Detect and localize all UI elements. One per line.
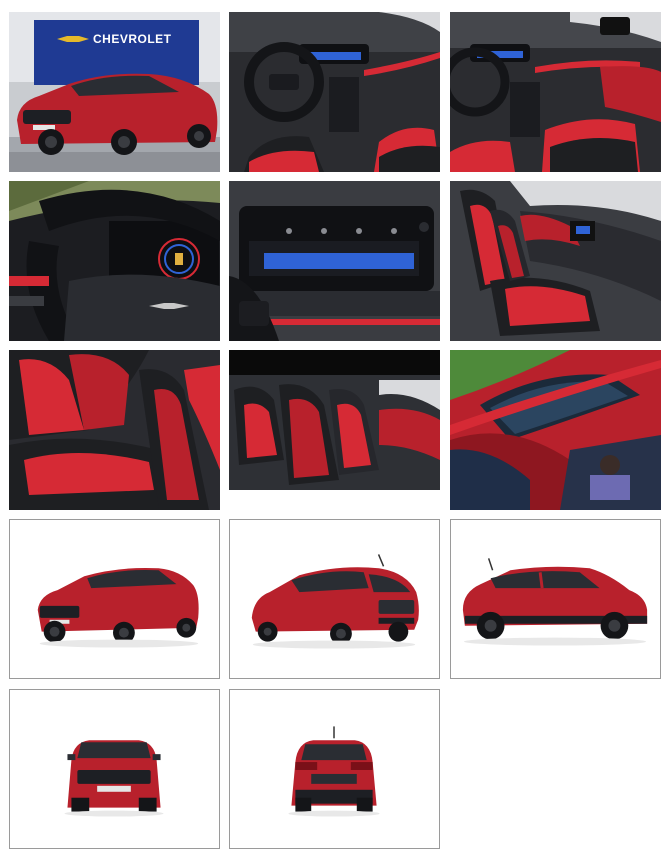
gallery-render-car-rear[interactable] xyxy=(229,689,440,849)
car-three-quarter-front-image xyxy=(37,567,199,648)
gallery-photo-rear-seats[interactable] xyxy=(9,350,220,510)
gallery-render-car-three-quarter-rear[interactable] xyxy=(229,519,440,679)
gallery-photo-steering-wheel-cluster[interactable] xyxy=(9,181,220,341)
cabin-side-image xyxy=(229,350,440,510)
car-showroom-image: CHEVROLET xyxy=(9,12,220,172)
car-rear-image xyxy=(288,726,380,817)
gallery-photo-panoramic-sunroof[interactable] xyxy=(450,350,661,510)
gallery-photo-infotainment-screen[interactable] xyxy=(229,181,440,341)
steering-wheel-image xyxy=(9,181,220,341)
gallery-render-car-three-quarter-front[interactable] xyxy=(9,519,220,679)
dashboard-passenger-image xyxy=(450,12,661,172)
gallery-photo-car-front-showroom[interactable]: CHEVROLET xyxy=(9,12,220,172)
car-three-quarter-rear-image xyxy=(251,554,419,649)
image-gallery: CHEVROLET xyxy=(0,0,662,849)
rear-seats-image xyxy=(9,350,220,510)
sunroof-image xyxy=(450,350,661,510)
car-front-image xyxy=(64,740,164,817)
gallery-photo-front-seats-side[interactable] xyxy=(450,181,661,341)
gallery-photo-dashboard-passenger-side[interactable] xyxy=(450,12,661,172)
brand-wordmark: CHEVROLET xyxy=(93,32,172,46)
gallery-render-car-front[interactable] xyxy=(9,689,220,849)
car-side-profile-image xyxy=(462,558,648,646)
dashboard-image xyxy=(229,12,440,172)
front-seats-image xyxy=(450,181,661,341)
gallery-render-car-side-profile[interactable] xyxy=(450,519,661,679)
gallery-photo-cabin-side-view[interactable] xyxy=(229,350,440,510)
gallery-photo-dashboard-interior[interactable] xyxy=(229,12,440,172)
infotainment-image xyxy=(229,181,440,341)
